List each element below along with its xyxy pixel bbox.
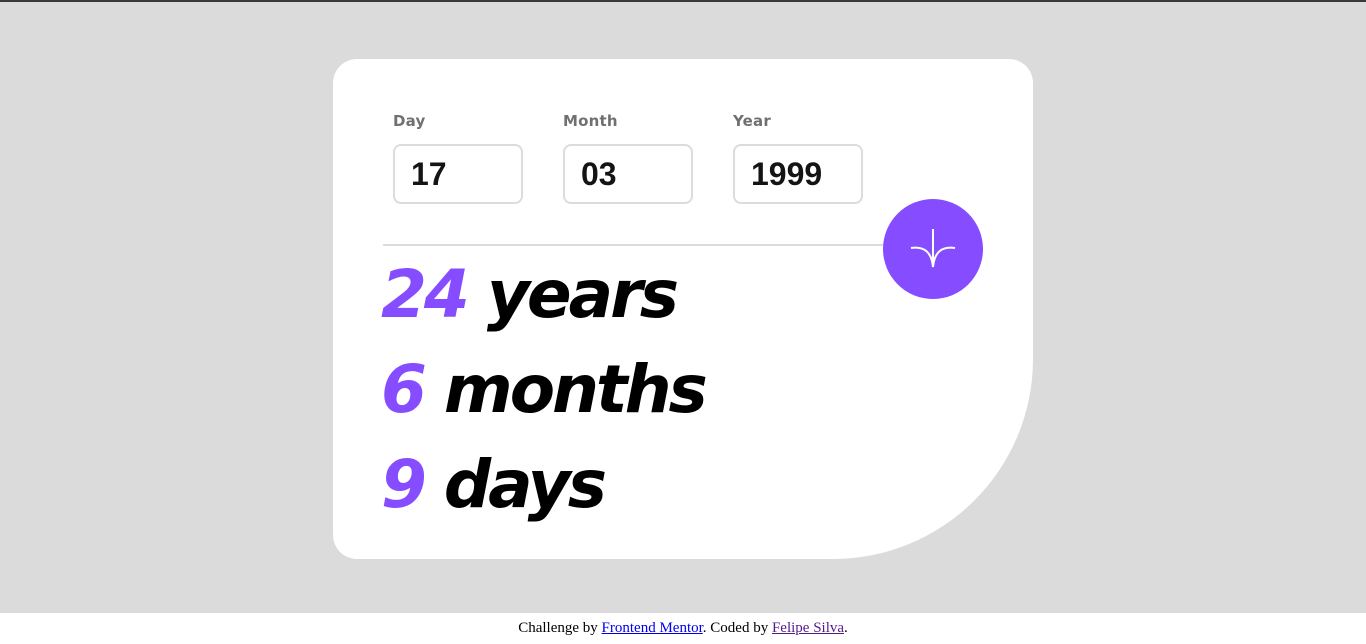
arrow-down-icon (910, 229, 956, 268)
day-label: Day (393, 112, 426, 130)
attribution-footer: Challenge by Frontend Mentor. Coded by F… (0, 613, 1366, 644)
months-value: 6 (381, 351, 427, 428)
days-value: 9 (381, 446, 427, 523)
result-days: 9 days (381, 452, 607, 518)
years-value: 24 (381, 256, 470, 333)
month-input[interactable] (563, 144, 693, 204)
month-label: Month (563, 112, 618, 130)
days-unit: days (443, 446, 607, 523)
frontend-mentor-link[interactable]: Frontend Mentor (602, 620, 703, 636)
result-years: 24 years (381, 262, 679, 328)
age-calculator-card: Day Month Year 24 years 6 months (333, 59, 1033, 559)
footer-middle: . Coded by (702, 620, 772, 636)
years-unit: years (486, 256, 679, 333)
day-input[interactable] (393, 144, 523, 204)
footer-suffix: . (844, 620, 848, 636)
year-input[interactable] (733, 144, 863, 204)
author-link[interactable]: Felipe Silva (772, 620, 844, 636)
year-label: Year (733, 112, 771, 130)
divider-line (383, 244, 933, 246)
result-months: 6 months (381, 357, 708, 423)
page-background: Day Month Year 24 years 6 months (0, 2, 1366, 613)
footer-prefix: Challenge by (518, 620, 602, 636)
submit-button[interactable] (883, 199, 983, 299)
months-unit: months (443, 351, 708, 428)
